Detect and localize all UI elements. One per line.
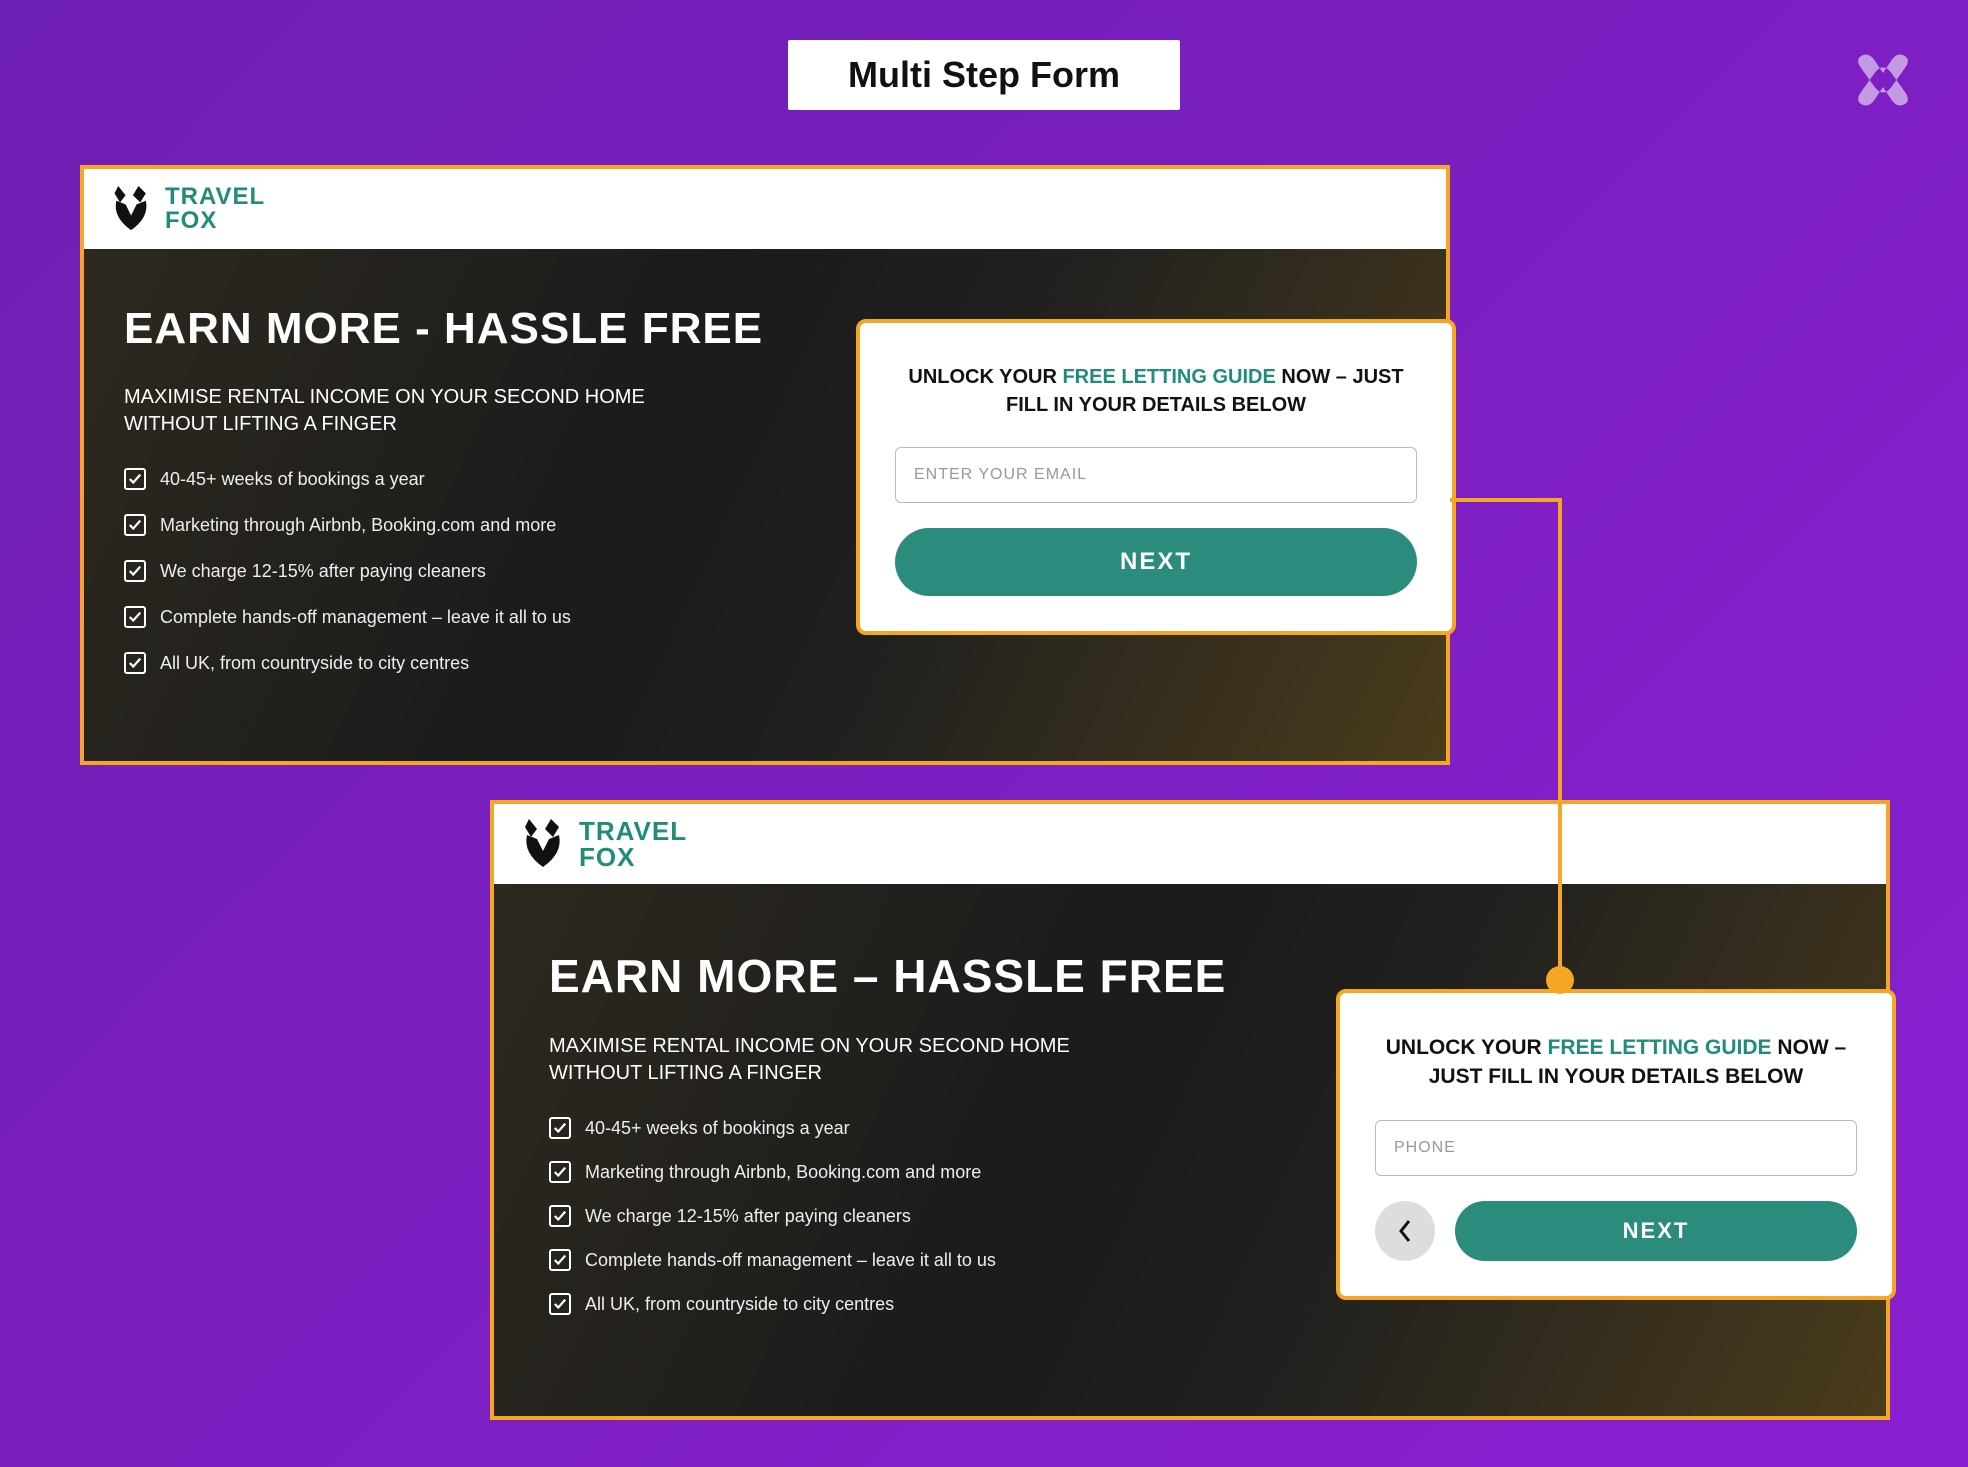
check-icon xyxy=(549,1161,571,1183)
list-item-text: We charge 12-15% after paying cleaners xyxy=(585,1206,911,1227)
check-icon xyxy=(549,1249,571,1271)
list-item: All UK, from countryside to city centres xyxy=(124,652,1406,674)
check-icon xyxy=(549,1205,571,1227)
list-item-text: 40-45+ weeks of bookings a year xyxy=(160,469,425,490)
hero-subhead: MAXIMISE RENTAL INCOME ON YOUR SECOND HO… xyxy=(549,1033,1109,1087)
brand-logo: TRAVEL FOX xyxy=(109,184,265,234)
page-title: Multi Step Form xyxy=(788,40,1180,110)
brand-logo: TRAVEL FOX xyxy=(519,817,687,871)
form-heading-pre: UNLOCK YOUR xyxy=(1386,1036,1548,1059)
brand-text-1: TRAVEL xyxy=(165,185,265,209)
form-card-step-2: UNLOCK YOUR FREE LETTING GUIDE NOW – JUS… xyxy=(1336,989,1896,1300)
fox-icon xyxy=(519,817,569,871)
check-icon xyxy=(124,652,146,674)
screenshot-step-1: TRAVEL FOX EARN MORE - HASSLE FREE MAXIM… xyxy=(80,165,1450,765)
back-button[interactable] xyxy=(1375,1201,1435,1261)
brand-text-1: TRAVEL xyxy=(579,818,687,844)
list-item-text: All UK, from countryside to city centres xyxy=(160,653,469,674)
next-button[interactable]: NEXT xyxy=(895,528,1417,596)
brand-text-2: FOX xyxy=(165,209,265,233)
check-icon xyxy=(124,514,146,536)
chevron-left-icon xyxy=(1397,1219,1413,1243)
topbar: TRAVEL FOX xyxy=(494,804,1886,884)
form-card-step-1: UNLOCK YOUR FREE LETTING GUIDE NOW – JUS… xyxy=(856,319,1456,635)
fox-icon xyxy=(109,184,155,234)
list-item-text: Marketing through Airbnb, Booking.com an… xyxy=(585,1162,981,1183)
check-icon xyxy=(124,468,146,490)
brand-text-2: FOX xyxy=(579,844,687,870)
topbar: TRAVEL FOX xyxy=(84,169,1446,249)
x-logo-icon xyxy=(1848,45,1918,120)
check-icon xyxy=(124,606,146,628)
check-icon xyxy=(124,560,146,582)
check-icon xyxy=(549,1117,571,1139)
next-button[interactable]: NEXT xyxy=(1455,1201,1857,1261)
list-item-text: All UK, from countryside to city centres xyxy=(585,1294,894,1315)
email-field[interactable] xyxy=(895,447,1417,503)
form-heading-accent: FREE LETTING GUIDE xyxy=(1548,1036,1772,1059)
list-item-text: Marketing through Airbnb, Booking.com an… xyxy=(160,515,556,536)
hero-subhead: MAXIMISE RENTAL INCOME ON YOUR SECOND HO… xyxy=(124,384,684,438)
list-item-text: Complete hands-off management – leave it… xyxy=(585,1250,996,1271)
list-item-text: 40-45+ weeks of bookings a year xyxy=(585,1118,850,1139)
form-heading: UNLOCK YOUR FREE LETTING GUIDE NOW – JUS… xyxy=(895,363,1417,419)
form-heading-accent: FREE LETTING GUIDE xyxy=(1062,366,1275,388)
screenshot-step-2: TRAVEL FOX EARN MORE – HASSLE FREE MAXIM… xyxy=(490,800,1890,1420)
list-item-text: Complete hands-off management – leave it… xyxy=(160,607,571,628)
form-heading: UNLOCK YOUR FREE LETTING GUIDE NOW – JUS… xyxy=(1375,1033,1857,1092)
check-icon xyxy=(549,1293,571,1315)
list-item-text: We charge 12-15% after paying cleaners xyxy=(160,561,486,582)
phone-field[interactable] xyxy=(1375,1120,1857,1176)
form-heading-pre: UNLOCK YOUR xyxy=(908,366,1062,388)
